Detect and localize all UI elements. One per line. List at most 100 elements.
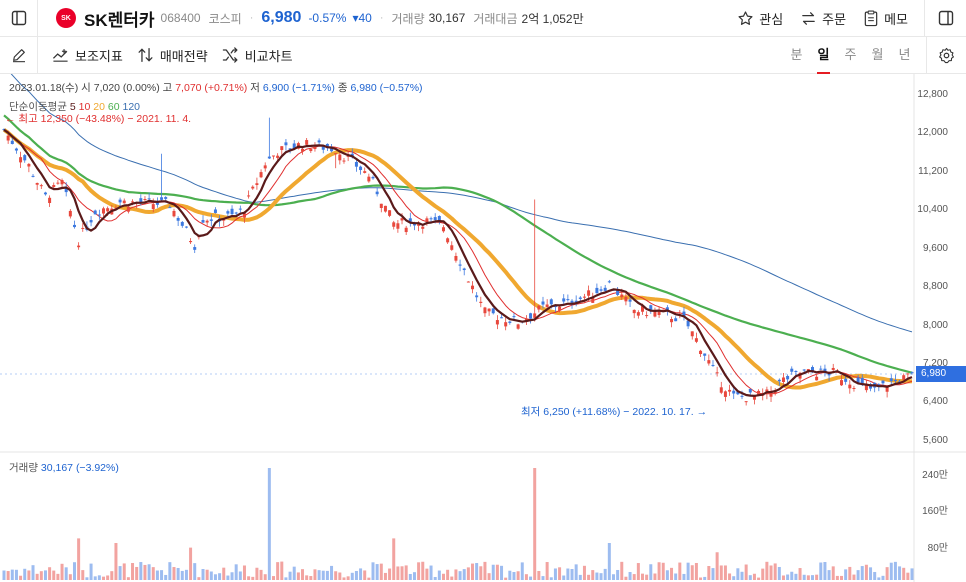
candle-body (209, 219, 213, 221)
trading-strategy-button[interactable]: 매매전략 (137, 46, 208, 65)
period-week-tab[interactable]: 주 (837, 37, 864, 74)
volume-bar (889, 562, 893, 580)
volume-bar (288, 571, 292, 580)
candle-body (562, 298, 566, 302)
separator-dot: · (249, 12, 254, 24)
compare-chart-label: 비교차트 (244, 48, 293, 64)
candle-body (595, 287, 599, 294)
volume-bar (151, 567, 155, 580)
volume-bar (757, 577, 761, 580)
volume-tick: 160만 (922, 506, 948, 517)
volume-bar (126, 577, 130, 580)
chart-settings-button[interactable] (926, 36, 966, 74)
volume-bar (408, 573, 412, 580)
volume-bar (375, 564, 379, 580)
volume-bar (500, 565, 504, 580)
volume-bar (690, 565, 694, 580)
volume-bar (118, 566, 122, 580)
ma10-line (3, 129, 913, 395)
candle-body (429, 218, 433, 220)
volume-bar (421, 561, 425, 580)
volume-bar (719, 565, 723, 580)
volume-bar (43, 570, 47, 580)
price-tick: 11,200 (918, 166, 948, 177)
candle-body (31, 175, 35, 177)
volume-bar (334, 571, 338, 580)
candle-body (383, 205, 387, 212)
candle-body (164, 197, 168, 199)
volume-bar (558, 567, 562, 580)
candle-body (189, 241, 193, 243)
candle-body (213, 209, 217, 213)
period-minute-tab[interactable]: 분 (783, 37, 810, 74)
candle-body (819, 368, 823, 370)
low-label: 저 (250, 82, 260, 94)
volume-bar (810, 575, 814, 580)
candle-body (582, 296, 586, 298)
volume-bar (143, 564, 147, 580)
star-icon (738, 10, 753, 25)
indicators-button[interactable]: 보조지표 (52, 46, 123, 65)
price-chart[interactable] (0, 74, 966, 582)
candle-body (238, 208, 242, 210)
candle-body (620, 294, 624, 298)
current-price-tag: 6,980 (916, 366, 966, 382)
stock-code: 068400 (160, 11, 201, 25)
volume-bar (802, 574, 806, 580)
memo-button[interactable]: 메모 (863, 9, 908, 28)
volume-bar (114, 543, 118, 580)
period-year-tab[interactable]: 년 (891, 37, 918, 74)
volume-bar (529, 576, 533, 580)
candle-body (587, 290, 591, 296)
candle-body (39, 185, 43, 187)
low-value: 6,900 (−1.71%) (262, 82, 335, 94)
volume-bar (715, 552, 719, 580)
volume-bar (504, 577, 508, 580)
volume-bar (657, 562, 661, 580)
watch-button[interactable]: 관심 (737, 9, 783, 28)
high-label: 고 (162, 82, 173, 94)
candle-body (81, 227, 85, 229)
compare-chart-button[interactable]: 비교차트 (222, 46, 293, 65)
volume-bar (728, 573, 732, 580)
ma20-line (2, 128, 913, 390)
volume-bar (520, 562, 524, 580)
candle-body (636, 312, 640, 316)
volume-bar (524, 574, 528, 580)
candle-body (777, 379, 781, 382)
candle-body (529, 313, 533, 319)
company-logo: SK (56, 8, 76, 28)
candle-body (251, 186, 255, 189)
candle-body (313, 146, 317, 150)
volume-bar (628, 572, 632, 580)
volume-bar (135, 566, 139, 580)
volume-bar (48, 567, 52, 580)
order-button[interactable]: 주문 (800, 9, 846, 28)
volume-bar (591, 570, 595, 580)
volume-bar (736, 568, 740, 580)
period-month-tab[interactable]: 월 (864, 37, 891, 74)
volume-bar (392, 538, 396, 580)
sidebar-toggle-button[interactable] (0, 0, 38, 37)
volume-bar (205, 569, 209, 580)
volume-bar (102, 576, 106, 580)
candle-body (106, 208, 110, 212)
period-day-tab[interactable]: 일 (810, 37, 837, 74)
drawing-tool-button[interactable] (0, 36, 38, 74)
candle-body (126, 206, 130, 212)
volume-bar (781, 575, 785, 580)
candle-body (674, 318, 678, 322)
date-label: 2023.01.18(수) (9, 82, 79, 94)
current-price: 6,980 (261, 9, 302, 26)
swap-arrows-icon (802, 11, 815, 25)
volume-bar (164, 574, 168, 580)
volume-bar (271, 576, 275, 580)
candle-body (537, 305, 541, 310)
volume-bar (222, 567, 226, 580)
candle-body (441, 227, 445, 232)
ma5-line (3, 128, 913, 397)
volume-bar (97, 575, 101, 580)
gear-icon (939, 47, 954, 63)
candle-body (201, 220, 205, 223)
side-panel-toggle-button[interactable] (924, 0, 966, 37)
